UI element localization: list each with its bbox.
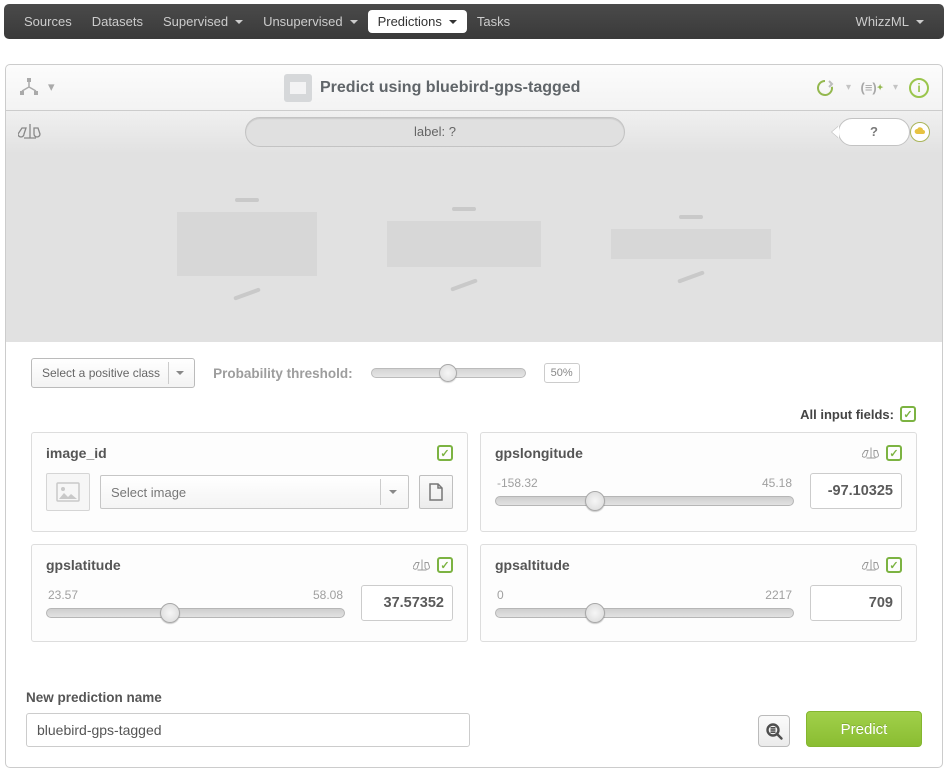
field-card-gpsaltitude: gpsaltitude ✓ 0 2217 (480, 544, 917, 642)
branch-icon[interactable] (12, 71, 46, 105)
range-max: 45.18 (762, 476, 792, 490)
field-label: image_id (46, 445, 437, 461)
chart-placeholder (5, 152, 943, 342)
chevron-down-icon (176, 371, 184, 375)
chevron-down-icon (916, 20, 924, 24)
threshold-row: Select a positive class Probability thre… (11, 342, 937, 398)
positive-class-select[interactable]: Select a positive class (31, 358, 195, 388)
prediction-name-input[interactable] (26, 713, 470, 747)
range-min: 0 (497, 588, 504, 602)
gpslongitude-slider[interactable] (495, 496, 794, 506)
nav-unsupervised[interactable]: Unsupervised (253, 6, 368, 37)
code-icon[interactable]: (≡)✦ (855, 71, 889, 105)
field-enabled-checkbox[interactable]: ✓ (886, 557, 902, 573)
predict-button[interactable]: Predict (806, 711, 922, 747)
threshold-slider[interactable] (371, 368, 526, 378)
nav-supervised[interactable]: Supervised (153, 6, 253, 37)
label-pill: label: ? (245, 117, 625, 147)
threshold-percent: 50% (544, 363, 580, 383)
field-enabled-checkbox[interactable]: ✓ (437, 445, 453, 461)
balance-icon (18, 122, 42, 142)
field-label: gpsaltitude (495, 557, 862, 573)
field-label: gpslatitude (46, 557, 413, 573)
image-thumbnail-icon (46, 473, 90, 511)
page-header: ▾ Predict using bluebird-gps-tagged ▾ (≡… (5, 64, 943, 110)
nav-tasks[interactable]: Tasks (467, 6, 520, 37)
gpsaltitude-slider[interactable] (495, 608, 794, 618)
balance-icon[interactable] (862, 558, 880, 573)
chevron-down-icon (389, 490, 397, 494)
gpslatitude-slider[interactable] (46, 608, 345, 618)
field-enabled-checkbox[interactable]: ✓ (886, 445, 902, 461)
nav-whizzml[interactable]: WhizzML (846, 6, 934, 37)
chevron-down-icon (449, 20, 457, 24)
field-card-image-id: image_id ✓ Select image (31, 432, 468, 532)
all-input-fields-toggle[interactable]: All input fields: ✓ (6, 406, 916, 422)
model-icon (284, 74, 312, 102)
range-max: 2217 (765, 588, 792, 602)
checkbox-checked-icon: ✓ (900, 406, 916, 422)
chevron-down-icon (350, 20, 358, 24)
placeholder-bar (387, 207, 541, 287)
field-card-gpslongitude: gpslongitude ✓ -158.32 45.18 (480, 432, 917, 532)
question-bubble: ? (838, 118, 910, 146)
open-file-button[interactable] (419, 475, 453, 509)
nav-predictions[interactable]: Predictions (368, 10, 467, 33)
prediction-name-label: New prediction name (26, 690, 470, 705)
balance-icon[interactable] (862, 446, 880, 461)
field-enabled-checkbox[interactable]: ✓ (437, 557, 453, 573)
top-nav: Sources Datasets Supervised Unsupervised… (4, 4, 944, 39)
info-icon[interactable]: i (902, 71, 936, 105)
label-bar: label: ? ? (5, 110, 943, 152)
footer: New prediction name Predict (5, 660, 943, 768)
balance-icon[interactable] (413, 558, 431, 573)
nav-sources[interactable]: Sources (14, 6, 82, 37)
range-min: -158.32 (497, 476, 538, 490)
nav-datasets[interactable]: Datasets (82, 6, 153, 37)
placeholder-bar (177, 198, 317, 296)
range-min: 23.57 (48, 588, 78, 602)
chevron-down-icon (235, 20, 243, 24)
gpslongitude-input[interactable] (810, 473, 902, 509)
field-card-gpslatitude: gpslatitude ✓ 23.57 58.08 (31, 544, 468, 642)
preview-button[interactable] (758, 715, 790, 747)
gpsaltitude-input[interactable] (810, 585, 902, 621)
field-label: gpslongitude (495, 445, 862, 461)
page-title: Predict using bluebird-gps-tagged (320, 79, 580, 97)
select-image-dropdown[interactable]: Select image (100, 475, 409, 509)
threshold-label: Probability threshold: (213, 366, 353, 381)
gpslatitude-input[interactable] (361, 585, 453, 621)
refresh-icon[interactable] (808, 71, 842, 105)
fields-grid: image_id ✓ Select image gpslongitude ✓ (11, 432, 937, 660)
placeholder-bar (611, 215, 771, 279)
range-max: 58.08 (313, 588, 343, 602)
cloud-status-icon[interactable] (910, 122, 930, 142)
